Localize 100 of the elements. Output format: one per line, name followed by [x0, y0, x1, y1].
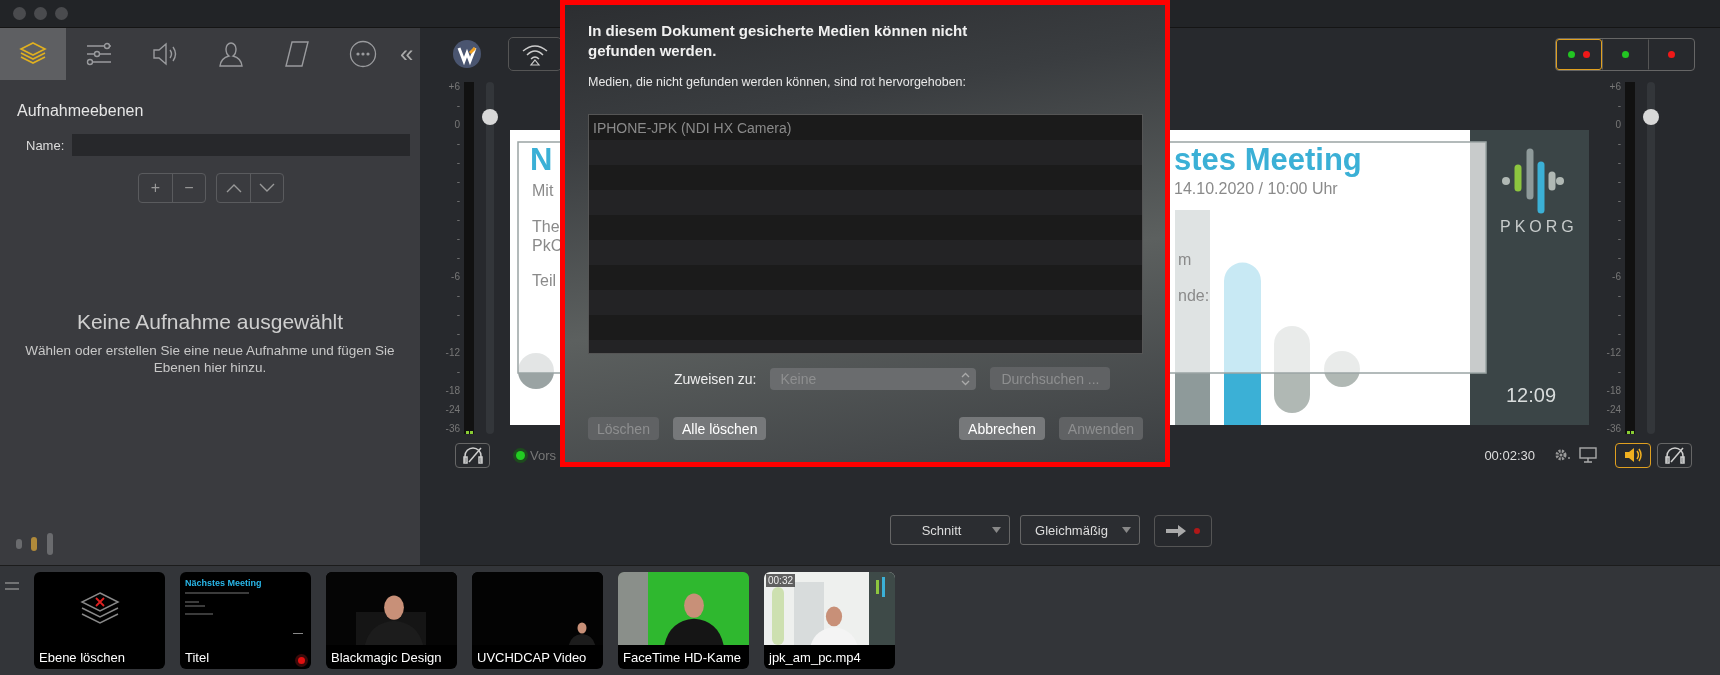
duration-label: 00:32 — [766, 574, 796, 587]
caret-icon — [992, 527, 1001, 533]
scale-label: - — [456, 139, 460, 149]
slide-text: m — [1178, 251, 1192, 269]
shot-thumbnail[interactable]: Blackmagic Design — [326, 572, 457, 669]
text-lines-drawing — [293, 632, 303, 635]
scale-label: - — [456, 291, 460, 301]
speed-dropdown[interactable]: Gleichmäßig — [1020, 515, 1140, 545]
window-control-icon[interactable] — [13, 7, 26, 20]
dialog-title: In diesem Dokument gesicherte Medien können nicht gefunden werden. — [588, 21, 969, 61]
sidebar-tab[interactable] — [0, 28, 66, 80]
sliders-icon — [85, 42, 113, 66]
chevron-up-icon — [225, 183, 242, 193]
scale-label: - — [456, 234, 460, 244]
volume-slider-thumb[interactable] — [482, 109, 498, 126]
speaker-button[interactable] — [1615, 442, 1651, 468]
scale-label: - — [456, 215, 460, 225]
shot-label: Titel — [184, 648, 211, 667]
scale-label: - — [1617, 177, 1621, 187]
slide-title: N — [530, 142, 553, 178]
dialog-message: Medien, die nicht gefunden werden können, sind rot hervorgehoben: — [588, 75, 968, 89]
list-item[interactable]: IPHONE-JPK (NDI HX Camera) — [593, 119, 792, 136]
thumbnail-title: Nächstes Meeting — [185, 578, 262, 588]
layers-delete-icon — [78, 590, 121, 627]
scale-label: - — [1617, 291, 1621, 301]
scale-label: - — [456, 101, 460, 111]
scale-label: - — [456, 329, 460, 339]
scale-label: 0 — [1615, 120, 1621, 130]
gear-icon[interactable] — [1555, 448, 1571, 462]
scale-label: - — [456, 177, 460, 187]
scale-label: - — [1617, 329, 1621, 339]
remove-button[interactable]: − — [172, 174, 205, 202]
scale-label: - — [456, 196, 460, 206]
scale-label: -12 — [445, 348, 460, 358]
scale-label: -18 — [1606, 386, 1621, 396]
shot-label: Ebene löschen — [38, 648, 126, 667]
scale-label: - — [456, 367, 460, 377]
logo-icon — [452, 39, 482, 69]
slide-clock: 12:09 — [1506, 384, 1557, 407]
logo-text: PKORG — [1500, 218, 1578, 236]
add-button[interactable]: + — [139, 174, 172, 202]
shot-label: Blackmagic Design — [330, 648, 443, 667]
scale-label: - — [1617, 310, 1621, 320]
speaker-icon — [1623, 446, 1643, 464]
shot-thumbnail[interactable]: FaceTime HD-Kame — [618, 572, 749, 669]
status-label: Vors — [530, 447, 556, 463]
assign-label: Zuweisen zu: — [674, 370, 757, 387]
slide-text: nde: — [1178, 287, 1210, 305]
headphones-button[interactable] — [1657, 442, 1692, 468]
wireless-icon — [521, 42, 549, 66]
collapse-button[interactable]: « — [396, 28, 414, 80]
scale-label: -36 — [1606, 424, 1621, 434]
scale-label: - — [1617, 139, 1621, 149]
scale-label: - — [456, 158, 460, 168]
empty-state-title: Keine Aufnahme ausgewählt — [75, 310, 345, 334]
shot-thumbnail[interactable]: Nächstes Meeting Titel — [180, 572, 311, 669]
window-control-icon[interactable] — [34, 7, 47, 20]
take-button[interactable] — [1154, 515, 1212, 547]
dialog-button[interactable]: Abbrechen — [959, 417, 1045, 440]
timecode: 00:02:30 — [1484, 447, 1535, 463]
scale-label: -6 — [451, 272, 460, 282]
headphones-button[interactable] — [455, 442, 490, 468]
scale-label: - — [1617, 367, 1621, 377]
level-bars-icon — [16, 533, 56, 555]
slide-text: PkC — [532, 237, 563, 255]
volume-slider-thumb[interactable] — [1643, 109, 1659, 126]
scale-label: -18 — [445, 386, 460, 396]
headphones-icon — [461, 446, 484, 464]
arrow-icon — [1166, 525, 1186, 537]
dialog-button[interactable]: Alle löschen — [672, 417, 767, 440]
drag-handle-icon[interactable] — [5, 581, 19, 590]
slide-text: Teil — [532, 272, 556, 290]
scale-label: - — [1617, 234, 1621, 244]
monitor-icon[interactable] — [1579, 447, 1597, 463]
shot-thumbnail[interactable]: UVCHDCAP Video — [472, 572, 603, 669]
scale-label: - — [456, 310, 460, 320]
scale-label: -12 — [1606, 348, 1621, 358]
slide-text: The — [532, 218, 560, 236]
scale-label: 0 — [454, 120, 460, 130]
speaker-icon — [151, 41, 179, 67]
scale-label: - — [1617, 253, 1621, 263]
scale-label: - — [456, 253, 460, 263]
stepper-icon — [961, 371, 971, 386]
scale-label: -24 — [1606, 405, 1621, 415]
layout-button[interactable] — [1556, 38, 1602, 70]
scale-label: -36 — [445, 424, 460, 434]
scale-label: - — [1617, 101, 1621, 111]
window-control-icon[interactable] — [55, 7, 68, 20]
scale-label: -6 — [1612, 272, 1621, 282]
headphones-icon — [1663, 446, 1686, 464]
shot-thumbnail[interactable]: Ebene löschen — [34, 572, 165, 669]
empty-state-text: Wählen oder erstellen Sie eine neue Aufnahme und fügen Sie Ebenen hier hinzu. — [24, 342, 396, 376]
scale-label: - — [1617, 158, 1621, 168]
caret-icon — [1122, 527, 1131, 533]
shot-thumbnail[interactable]: 00:32 jpk_am_pc.mp4 — [764, 572, 895, 669]
more-icon — [349, 40, 377, 68]
shot-label: FaceTime HD-Kame — [622, 648, 742, 667]
scale-label: -24 — [445, 405, 460, 415]
transition-dropdown[interactable]: Schnitt — [890, 515, 1010, 545]
slide-title: stes Meeting — [1174, 142, 1362, 178]
